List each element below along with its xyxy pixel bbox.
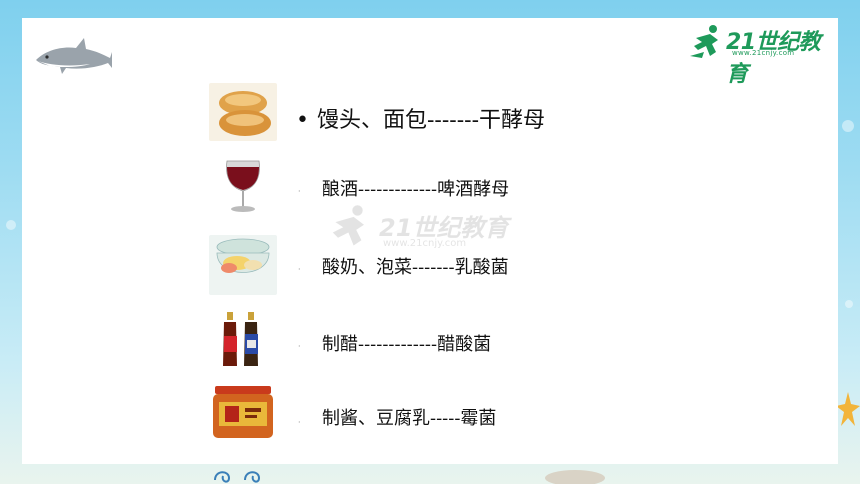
background-bubble xyxy=(842,120,854,132)
list-item-sauce: 制酱、豆腐乳-----霉菌 xyxy=(322,408,497,429)
background-bubble xyxy=(6,220,16,230)
logo-url: www.21cnjy.com xyxy=(732,49,795,57)
bullet: · xyxy=(298,418,301,427)
yogurt-pickle-image xyxy=(209,235,277,295)
starfish-icon xyxy=(836,392,860,426)
list-item-vinegar: 制醋-------------醋酸菌 xyxy=(322,334,492,355)
runner-icon xyxy=(690,25,718,58)
list-item-bread: • 馒头、面包-------干酵母 xyxy=(296,102,545,134)
sauce-jar-image xyxy=(209,384,277,442)
vinegar-bottles-image xyxy=(209,310,277,368)
bullet: · xyxy=(298,265,301,274)
list-item-wine: 酿酒-------------啤酒酵母 xyxy=(322,179,510,200)
watermark-url: www.21cnjy.com xyxy=(383,238,467,249)
item-text: 馒头、面包-------干酵母 xyxy=(316,108,546,133)
bullet: • xyxy=(296,108,309,133)
bullet: · xyxy=(298,342,301,351)
list-item-yogurt: 酸奶、泡菜-------乳酸菌 xyxy=(322,257,509,278)
watermark: 21世纪教育 www.21cnjy.com xyxy=(325,200,515,260)
shark-icon xyxy=(36,38,112,74)
background-bubble xyxy=(845,300,853,308)
brand-logo: 21世纪教育 www.21cnjy.com xyxy=(688,22,828,87)
bread-image xyxy=(209,83,277,141)
red-wine-image xyxy=(209,157,277,215)
bullet: · xyxy=(298,187,301,196)
wave-decoration-icon xyxy=(214,470,605,484)
watermark-runner-icon xyxy=(332,205,364,246)
